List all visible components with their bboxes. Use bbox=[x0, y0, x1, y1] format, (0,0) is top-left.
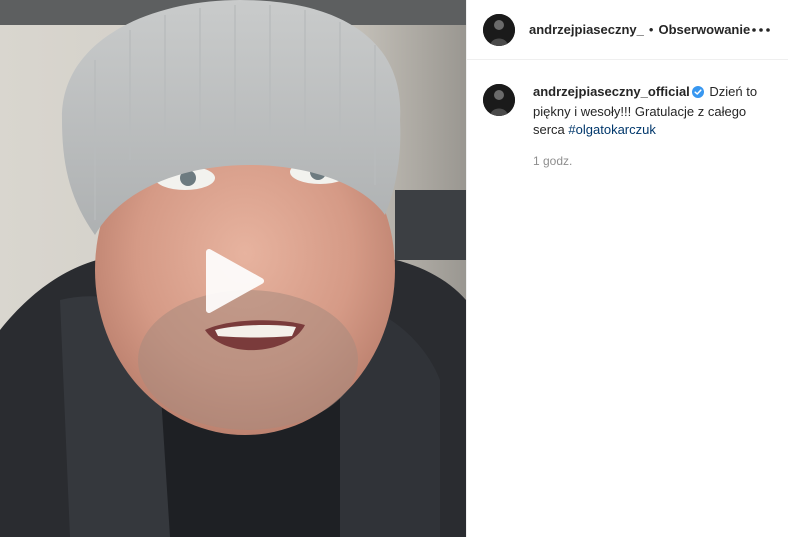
following-button[interactable]: Obserwowanie bbox=[658, 22, 750, 37]
more-options-button[interactable] bbox=[750, 18, 772, 42]
caption-username-link[interactable]: andrzejpiaseczny_official bbox=[533, 84, 690, 99]
play-button[interactable] bbox=[199, 246, 269, 316]
header-separator: • bbox=[648, 22, 654, 37]
play-icon bbox=[206, 249, 264, 313]
video-player[interactable] bbox=[0, 0, 466, 537]
caption-avatar[interactable] bbox=[483, 84, 515, 116]
post-timestamp[interactable]: 1 godz. bbox=[533, 152, 763, 170]
avatar-image-icon bbox=[483, 84, 515, 116]
header-username-link[interactable]: andrzejpiaseczny_ bbox=[529, 22, 644, 37]
caption-body: andrzejpiaseczny_official Dzień to piękn… bbox=[533, 83, 763, 170]
caption-comment: andrzejpiaseczny_official Dzień to piękn… bbox=[467, 60, 788, 170]
instagram-post: andrzejpiaseczny_ • Obserwowanie andrzej… bbox=[0, 0, 788, 537]
post-side-panel: andrzejpiaseczny_ • Obserwowanie andrzej… bbox=[466, 0, 788, 537]
hashtag-link[interactable]: #olgatokarczuk bbox=[568, 122, 655, 137]
post-header: andrzejpiaseczny_ • Obserwowanie bbox=[467, 0, 788, 60]
verified-badge-icon bbox=[691, 85, 704, 103]
avatar[interactable] bbox=[483, 13, 515, 46]
more-horizontal-icon bbox=[752, 27, 770, 32]
avatar-image-icon bbox=[483, 13, 515, 46]
